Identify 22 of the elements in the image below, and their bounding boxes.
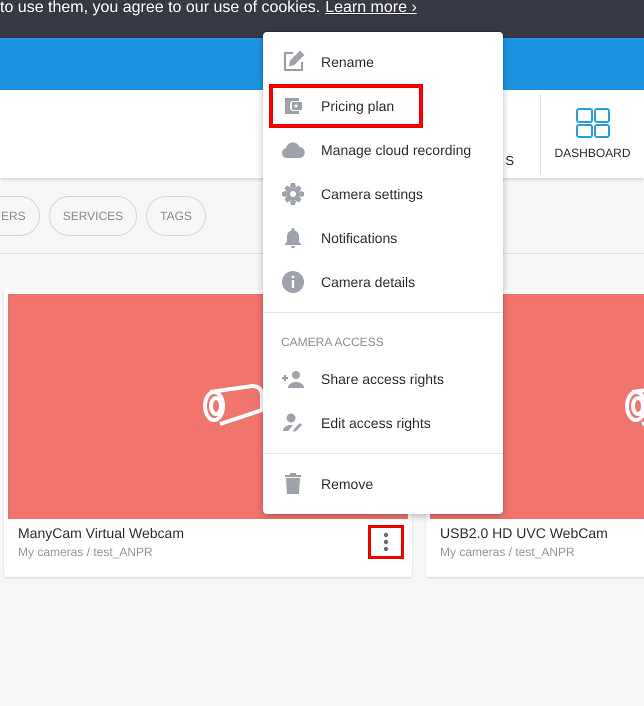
camera-path: My cameras / test_ANPR [440,545,576,559]
learn-more-link[interactable]: Learn more › [325,0,417,16]
person-edit-icon [281,411,305,435]
section-heading: CAMERA ACCESS [280,334,385,351]
menu-item[interactable]: Manage cloud recording [259,128,500,172]
dashboard-icon [576,108,610,138]
menu-item[interactable]: Camera settings [259,172,452,216]
camera-name: USB2.0 HD UVC WebCam [440,525,608,541]
edit-icon [281,50,305,74]
more-button[interactable] [368,525,404,559]
menu-item[interactable]: Pricing plan [269,84,424,128]
menu-item[interactable]: Rename [259,40,403,84]
nav-tab[interactable]: S [505,153,514,168]
menu-item[interactable]: Remove [259,462,402,506]
cookie-text: to use them, you agree to our use of cookies. [0,0,320,16]
camera-name: ManyCam Virtual Webcam [18,525,184,541]
info-icon [281,270,305,294]
gear-icon [281,182,305,206]
more-icon [383,532,389,552]
menu-item[interactable]: Notifications [259,216,426,260]
dashboard-tab[interactable]: DASHBOARD [540,94,644,174]
camera-path: My cameras / test_ANPR [18,545,154,559]
